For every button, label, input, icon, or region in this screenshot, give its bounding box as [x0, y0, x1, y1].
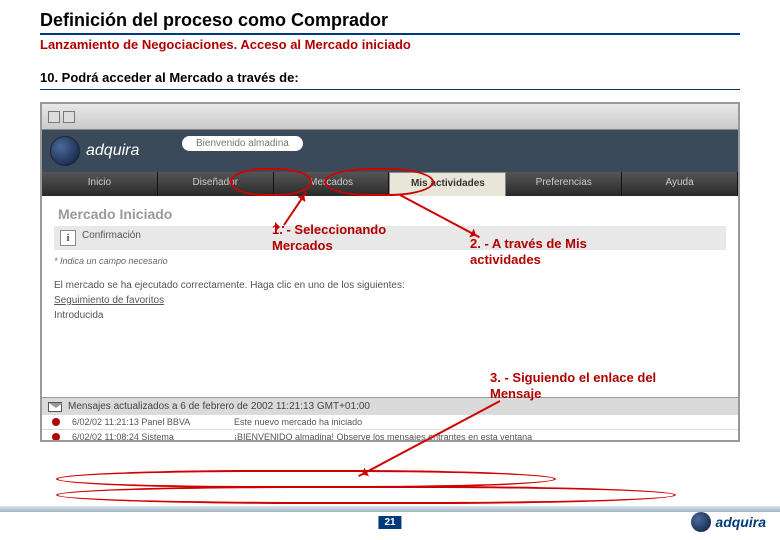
annotation-1: 1. - Seleccionando Mercados: [272, 222, 422, 253]
nav-ayuda[interactable]: Ayuda: [622, 172, 738, 196]
message-meta: 6/02/02 11:08:24 Sistema: [72, 432, 222, 442]
app-header: adquira Bienvenido almadina: [42, 130, 738, 172]
window-titlebar: [42, 104, 738, 130]
confirmation-label: Confirmación: [82, 230, 182, 241]
body-line: El mercado se ha ejecutado correctamente…: [54, 280, 405, 291]
body-text: El mercado se ha ejecutado correctamente…: [54, 278, 726, 323]
welcome-bar: Bienvenido almadina: [182, 136, 303, 151]
window-control-icon[interactable]: [63, 111, 75, 123]
nav-mercados[interactable]: Mercados: [274, 172, 390, 196]
messages-strip-text: Mensajes actualizados a 6 de febrero de …: [68, 401, 370, 412]
step-line: 10. Podrá acceder al Mercado a través de…: [40, 70, 740, 90]
footer-logo: adquira: [691, 512, 766, 532]
annotation-3: 3. - Siguiendo el enlace del Mensaje: [490, 370, 660, 401]
message-meta: 6/02/02 11:21:13 Panel BBVA: [72, 417, 222, 427]
message-row[interactable]: 6/02/02 11:08:24 Sistema ¡BIENVENIDO alm…: [42, 429, 738, 442]
nav-disenador[interactable]: Diseñador: [158, 172, 274, 196]
app-logo-text: adquira: [86, 142, 139, 160]
info-icon: i: [60, 230, 76, 246]
favorites-link[interactable]: Seguimiento de favoritos: [54, 295, 164, 306]
annotation-circle: [56, 470, 556, 488]
section-title: Mercado Iniciado: [58, 206, 726, 222]
annotation-2: 2. - A través de Mis actividades: [470, 236, 650, 267]
body-tail: Introducida: [54, 310, 103, 321]
footer-divider: [0, 506, 780, 512]
nav-mis-actividades[interactable]: Mis actividades: [389, 172, 506, 196]
message-text: ¡BIENVENIDO almadina! Observe los mensaj…: [234, 432, 728, 442]
message-text: Este nuevo mercado ha iniciado: [234, 417, 728, 427]
page-subtitle: Lanzamiento de Negociaciones. Acceso al …: [40, 37, 740, 52]
annotation-circle: [56, 486, 676, 504]
globe-icon: [691, 512, 711, 532]
messages-list: 6/02/02 11:21:13 Panel BBVA Este nuevo m…: [42, 414, 738, 442]
footer: 21 adquira: [0, 506, 780, 540]
bullet-icon: [52, 433, 60, 441]
nav-inicio[interactable]: Inicio: [42, 172, 158, 196]
globe-icon: [50, 136, 80, 166]
window-control-icon[interactable]: [48, 111, 60, 123]
message-row[interactable]: 6/02/02 11:21:13 Panel BBVA Este nuevo m…: [42, 414, 738, 429]
nav-bar: Inicio Diseñador Mercados Mis actividade…: [42, 172, 738, 196]
footer-logo-text: adquira: [715, 514, 766, 530]
arrow-icon: [282, 226, 284, 228]
page-number: 21: [378, 516, 401, 529]
page-title: Definición del proceso como Comprador: [40, 10, 740, 35]
envelope-icon: [48, 402, 62, 412]
nav-preferencias[interactable]: Preferencias: [506, 172, 622, 196]
bullet-icon: [52, 418, 60, 426]
